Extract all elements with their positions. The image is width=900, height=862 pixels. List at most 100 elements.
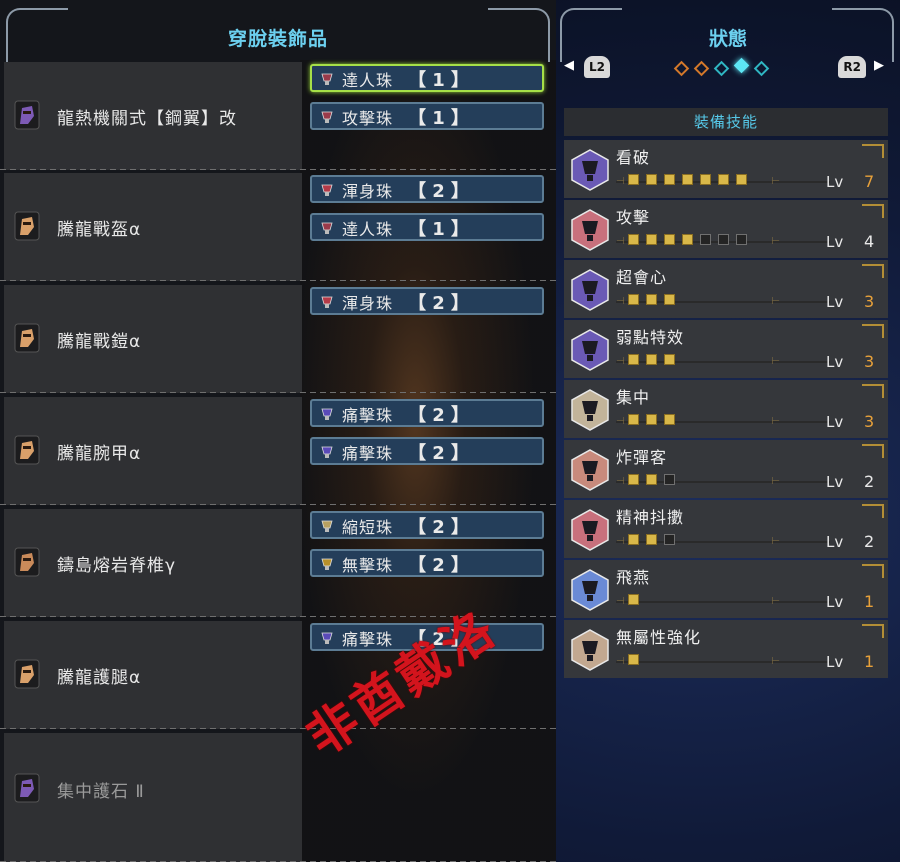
skill-row[interactable]: 攻擊 ⊣ ⊢ Lv 4 [564,200,888,258]
decoration-name: 渾身珠 [342,294,394,313]
decoration-slot[interactable]: 縮短珠【 2 】 [310,511,544,539]
skill-name: 集中 [616,388,651,407]
skill-level-value: 3 [864,292,875,311]
skill-level-bar: ⊣ ⊢ [616,533,830,549]
bar-cap-left: ⊣ [616,476,625,487]
equipment-name: 騰龍戰鎧α [57,332,142,352]
skill-row[interactable]: 無屬性強化 ⊣ ⊢ Lv 1 [564,620,888,678]
skill-level-value: 7 [864,172,875,191]
status-page-nav: ◀ L2 R2 ▶ [564,56,888,80]
decoration-panel-header: 穿脫裝飾品 [0,18,556,60]
equipment-block: 鑄島熔岩脊椎γ 縮短珠【 2 】無擊珠【 2 】 [0,509,556,617]
decoration-slot[interactable]: 渾身珠【 2 】 [310,175,544,203]
skill-level-bar: ⊣ ⊢ [616,593,830,609]
decoration-level: 【 2 】 [408,555,470,576]
decoration-slot[interactable]: 痛擊珠【 2 】 [310,399,544,427]
decoration-gem-icon [318,554,336,572]
skill-row[interactable]: 飛燕 ⊣ ⊢ Lv 1 [564,560,888,618]
level-pip-filled [664,234,675,245]
nav-left-arrow-icon[interactable]: ◀ [564,58,574,73]
equipment-block: 騰龍腕甲α 痛擊珠【 2 】痛擊珠【 2 】 [0,397,556,505]
skill-bar-rail [616,661,830,663]
decoration-slot[interactable]: 達人珠【 1 】 [310,64,544,92]
skill-level-value: 3 [864,412,875,431]
charm-icon [14,773,40,803]
jewel-icon [568,148,612,192]
decoration-slot[interactable]: 渾身珠【 2 】 [310,287,544,315]
skill-level-label: Lv [826,593,844,611]
skill-row[interactable]: 看破 ⊣ ⊢ Lv 7 [564,140,888,198]
skill-level-bar: ⊣ ⊢ [616,293,830,309]
bar-cap-left: ⊣ [616,296,625,307]
page-dot[interactable] [673,60,690,77]
skill-level-label: Lv [826,473,844,491]
equipment-card[interactable]: 騰龍戰盔α [4,173,302,281]
skill-name: 精神抖擻 [616,508,685,527]
leg-armor-icon [14,659,40,689]
equipped-skills-box: 裝備技能 看破 ⊣ ⊢ Lv 7 攻擊 ⊣ ⊢ Lv 4 超會心 ⊣ ⊢ Lv 3 弱點特效 ⊣ ⊢ Lv 3 集中 ⊣ ⊢… [564,108,888,678]
page-dot[interactable] [693,60,710,77]
decoration-gem-icon [318,292,336,310]
skill-level-value: 2 [864,532,875,551]
equipment-block: 騰龍護腿α 痛擊珠【 2 】 [0,621,556,729]
equipment-card[interactable]: 集中護石 Ⅱ [4,733,302,862]
page-dot[interactable] [713,60,730,77]
status-panel-title: 狀態 [708,28,747,50]
decoration-slot[interactable]: 攻擊珠【 1 】 [310,102,544,130]
level-pip-filled [646,354,657,365]
decoration-slot[interactable]: 達人珠【 1 】 [310,213,544,241]
level-pip-filled [628,294,639,305]
jewel-icon [568,388,612,432]
skill-row[interactable]: 精神抖擻 ⊣ ⊢ Lv 2 [564,500,888,558]
decoration-slot[interactable]: 痛擊珠【 2 】 [310,623,544,651]
arm-armor-icon [14,435,40,465]
weapon-icon [14,100,40,130]
equipment-divider [0,616,556,617]
bar-cap-right: ⊢ [771,476,780,487]
skill-level-value: 1 [864,652,875,671]
decoration-slot[interactable]: 痛擊珠【 2 】 [310,437,544,465]
equipment-card[interactable]: 騰龍護腿α [4,621,302,729]
jewel-icon [568,328,612,372]
equipment-card[interactable]: 鑄島熔岩脊椎γ [4,509,302,617]
skill-row[interactable]: 炸彈客 ⊣ ⊢ Lv 2 [564,440,888,498]
page-dot[interactable] [733,57,750,74]
equipment-card[interactable]: 龍熱機關式【鋼翼】改 [4,62,302,170]
level-pip-empty [736,234,747,245]
nav-right-arrow-icon[interactable]: ▶ [874,58,884,73]
level-pip-empty [718,234,729,245]
page-dot[interactable] [753,60,770,77]
decoration-level: 【 2 】 [408,293,470,314]
level-pip-empty [700,234,711,245]
equipment-divider [0,169,556,170]
l2-button[interactable]: L2 [584,56,610,78]
skill-bar-rail [616,601,830,603]
skill-row[interactable]: 超會心 ⊣ ⊢ Lv 3 [564,260,888,318]
equipment-name: 騰龍戰盔α [57,220,142,240]
decoration-gem-icon [318,404,336,422]
decoration-panel-title: 穿脫裝飾品 [227,28,328,50]
status-panel: 狀態 ◀ L2 R2 ▶ 裝備技能 看破 ⊣ ⊢ Lv 7 攻擊 ⊣ ⊢ Lv 4 超會心 ⊣ ⊢ Lv 3… [556,0,900,862]
decoration-slot[interactable]: 無擊珠【 2 】 [310,549,544,577]
skill-name: 弱點特效 [616,328,685,347]
level-pip-filled [664,414,675,425]
waist-armor-icon [14,547,40,577]
equipment-card[interactable]: 騰龍腕甲α [4,397,302,505]
bar-cap-left: ⊣ [616,416,625,427]
skill-row[interactable]: 集中 ⊣ ⊢ Lv 3 [564,380,888,438]
equipment-card[interactable]: 騰龍戰鎧α [4,285,302,393]
equipment-decoration-screen: 穿脫裝飾品 龍熱機關式【鋼翼】改 達人珠【 1 】攻擊珠【 1 】騰龍戰盔α 渾身珠… [0,0,900,862]
decoration-name: 達人珠 [342,71,394,90]
equipment-block: 騰龍戰鎧α 渾身珠【 2 】 [0,285,556,393]
decoration-level: 【 2 】 [408,629,470,650]
level-pip-filled [646,234,657,245]
decoration-name: 縮短珠 [342,518,394,537]
bar-cap-left: ⊣ [616,356,625,367]
bar-cap-right: ⊢ [771,176,780,187]
r2-button[interactable]: R2 [838,56,866,78]
skill-level-value: 3 [864,352,875,371]
skill-row[interactable]: 弱點特效 ⊣ ⊢ Lv 3 [564,320,888,378]
decoration-level: 【 2 】 [408,405,470,426]
level-pip-filled [628,594,639,605]
decoration-name: 達人珠 [342,220,394,239]
